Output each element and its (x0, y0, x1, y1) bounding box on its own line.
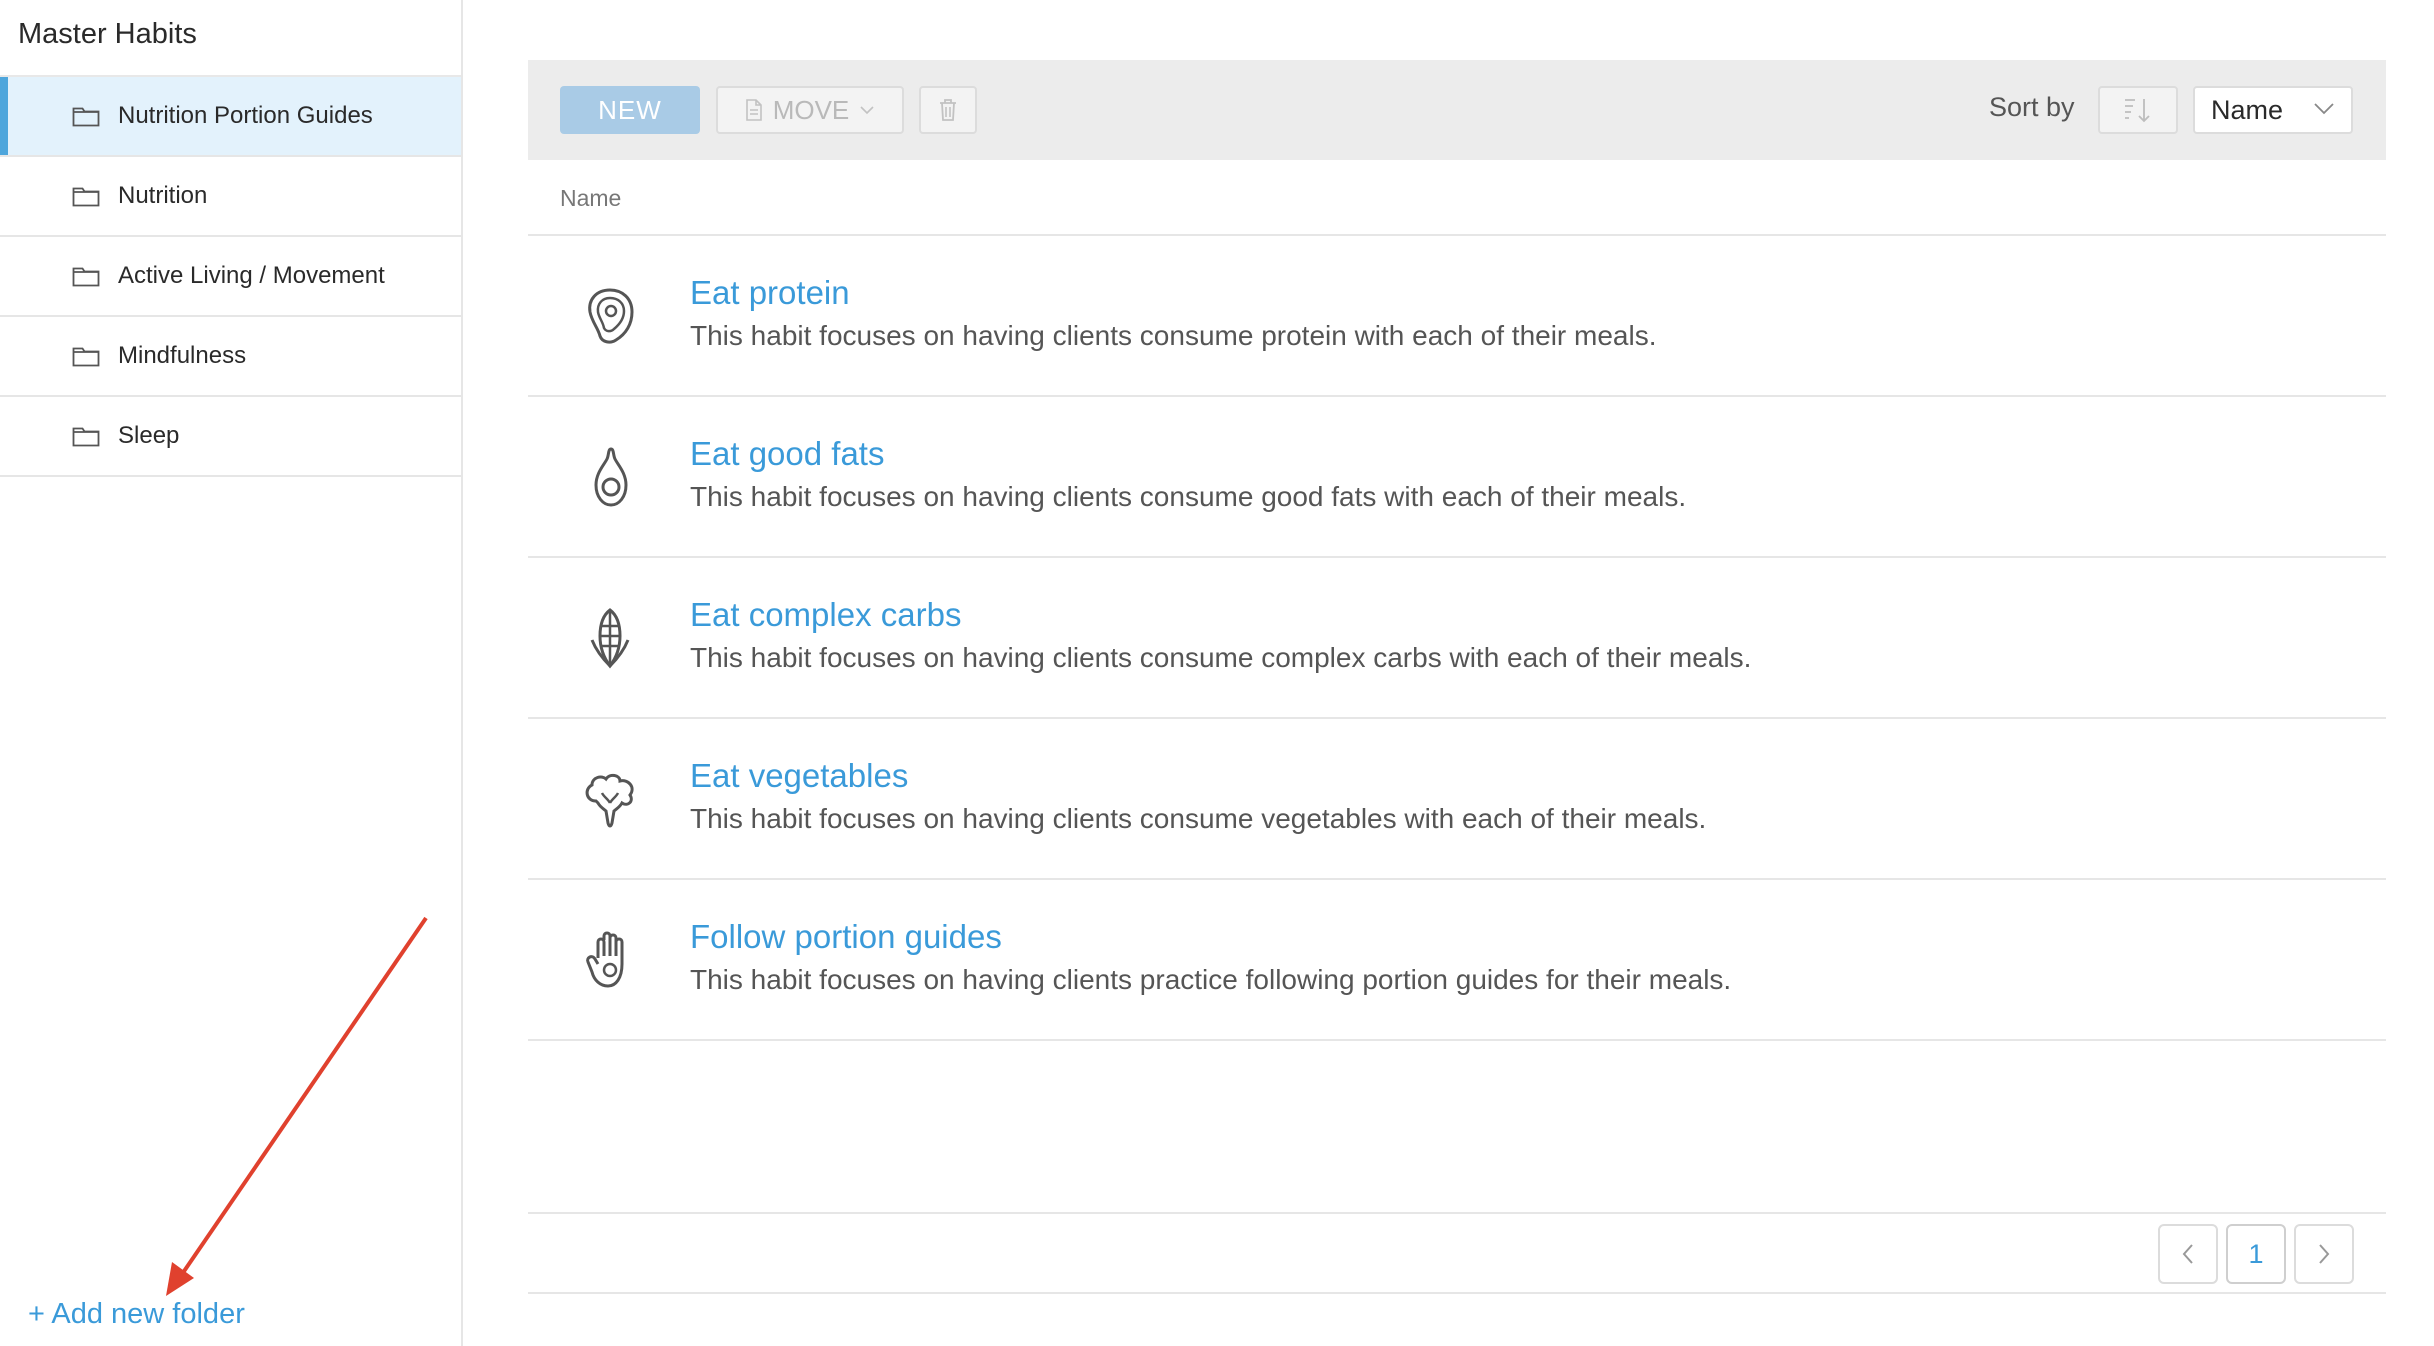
habit-description: This habit focuses on having clients con… (690, 642, 1752, 673)
chevron-right-icon (2319, 1244, 2330, 1264)
next-page-button[interactable] (2294, 1224, 2354, 1284)
habit-description: This habit focuses on having clients con… (690, 803, 1707, 834)
sort-direction-button[interactable] (2098, 86, 2178, 134)
folder-list: Nutrition Portion Guides Nutrition Activ… (0, 75, 461, 477)
habit-list: Eat protein This habit focuses on having… (528, 234, 2386, 1041)
folder-icon (72, 187, 100, 207)
avocado-icon (594, 447, 628, 507)
sidebar-item-label: Sleep (118, 422, 180, 449)
pagination-divider (528, 1212, 2386, 1214)
sidebar-item-active-living[interactable]: Active Living / Movement (0, 237, 461, 317)
folder-icon (72, 427, 100, 447)
list-item[interactable]: Eat vegetables This habit focuses on hav… (528, 719, 2386, 880)
sidebar-item-mindfulness[interactable]: Mindfulness (0, 317, 461, 397)
move-button[interactable]: MOVE (716, 86, 904, 134)
list-item[interactable]: Eat complex carbs This habit focuses on … (528, 558, 2386, 719)
sidebar-item-label: Nutrition (118, 182, 208, 209)
sidebar-item-label: Active Living / Movement (118, 262, 385, 289)
list-item[interactable]: Eat protein This habit focuses on having… (528, 236, 2386, 397)
habit-description: This habit focuses on having clients pra… (690, 964, 1732, 995)
toolbar: NEW MOVE Sort by Name (528, 60, 2386, 160)
corn-icon (590, 608, 630, 669)
sort-by-label: Sort by (1989, 92, 2075, 122)
chevron-down-icon (2314, 103, 2334, 115)
chevron-down-icon (860, 106, 874, 115)
hand-icon (586, 931, 624, 988)
habit-description: This habit focuses on having clients con… (690, 320, 1657, 351)
previous-page-button[interactable] (2158, 1224, 2218, 1284)
sort-field-value: Name (2211, 94, 2284, 125)
folder-icon (72, 267, 100, 287)
protein-icon (588, 288, 634, 344)
sidebar-item-nutrition-portion-guides[interactable]: Nutrition Portion Guides (0, 77, 461, 157)
folder-icon (72, 347, 100, 367)
delete-button[interactable] (919, 86, 977, 134)
broccoli-icon (585, 773, 634, 828)
sidebar-item-nutrition[interactable]: Nutrition (0, 157, 461, 237)
document-icon (745, 99, 762, 121)
habit-title[interactable]: Follow portion guides (690, 918, 1002, 956)
add-new-folder-link[interactable]: + Add new folder (28, 1298, 245, 1331)
list-item[interactable]: Follow portion guides This habit focuses… (528, 880, 2386, 1041)
habit-description: This habit focuses on having clients con… (690, 481, 1687, 512)
habit-title[interactable]: Eat good fats (690, 435, 884, 473)
habit-title[interactable]: Eat complex carbs (690, 596, 961, 634)
sidebar-item-label: Mindfulness (118, 342, 247, 369)
habit-title[interactable]: Eat protein (690, 274, 850, 312)
trash-icon (940, 99, 956, 121)
folder-icon (72, 107, 100, 127)
column-header-name[interactable]: Name (560, 185, 621, 212)
chevron-left-icon (2182, 1244, 2193, 1264)
sidebar-item-sleep[interactable]: Sleep (0, 397, 461, 477)
habit-title[interactable]: Eat vegetables (690, 757, 908, 795)
pagination-divider (528, 1292, 2386, 1294)
move-button-label: MOVE (772, 94, 850, 125)
sort-descending-icon (2125, 99, 2150, 123)
sort-field-select[interactable]: Name (2193, 86, 2353, 134)
sidebar: Master Habits Nutrition Portion Guides N… (0, 0, 463, 1346)
new-button[interactable]: NEW (560, 86, 700, 134)
sidebar-item-label: Nutrition Portion Guides (118, 102, 373, 129)
sidebar-title: Master Habits (18, 18, 197, 50)
page-number-button[interactable]: 1 (2226, 1224, 2286, 1284)
list-item[interactable]: Eat good fats This habit focuses on havi… (528, 397, 2386, 558)
